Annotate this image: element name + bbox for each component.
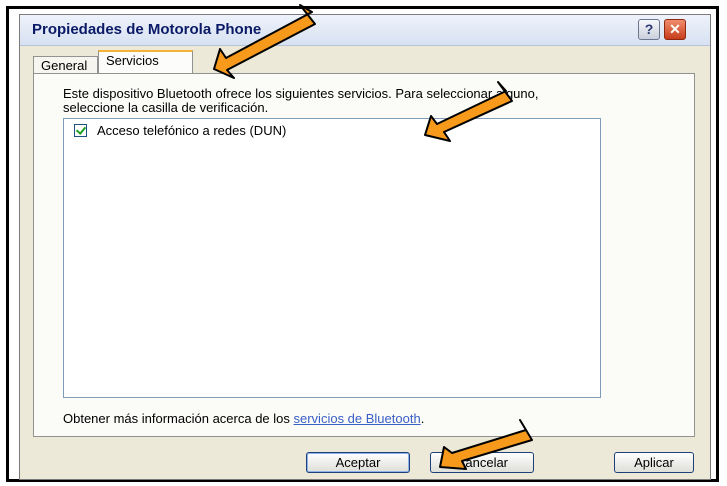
- tab-general[interactable]: General: [33, 56, 98, 74]
- tab-servicios[interactable]: Servicios: [98, 50, 193, 73]
- title-bar: Propiedades de Motorola Phone ? ✕: [20, 15, 710, 46]
- help-button[interactable]: ?: [638, 19, 660, 40]
- apply-button[interactable]: Aplicar: [614, 452, 694, 473]
- list-item[interactable]: Acceso telefónico a redes (DUN): [74, 121, 286, 139]
- window-title: Propiedades de Motorola Phone: [32, 21, 262, 38]
- info-text: Obtener más información acerca de los se…: [63, 411, 424, 426]
- services-list[interactable]: Acceso telefónico a redes (DUN): [63, 118, 601, 398]
- close-button[interactable]: ✕: [664, 19, 686, 40]
- cancel-button[interactable]: Cancelar: [430, 452, 534, 473]
- ok-button[interactable]: Aceptar: [306, 452, 410, 473]
- bluetooth-services-link[interactable]: servicios de Bluetooth: [294, 411, 421, 426]
- services-description: Este dispositivo Bluetooth ofrece los si…: [63, 86, 539, 115]
- info-prefix: Obtener más información acerca de los: [63, 411, 294, 426]
- info-suffix: .: [420, 411, 425, 426]
- service-label: Acceso telefónico a redes (DUN): [97, 122, 287, 138]
- checkbox-checked-icon[interactable]: [74, 123, 87, 137]
